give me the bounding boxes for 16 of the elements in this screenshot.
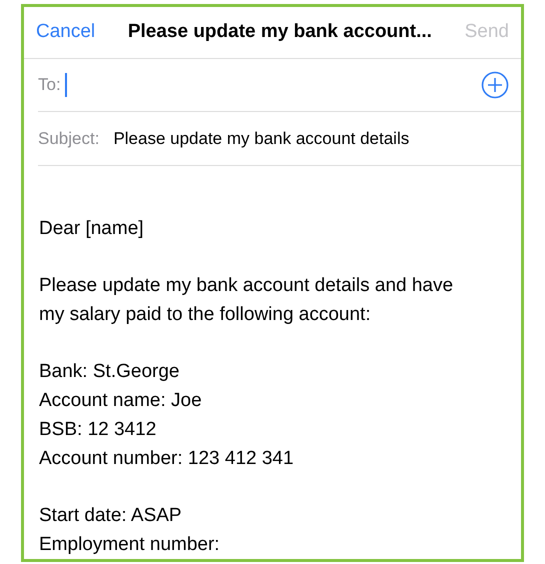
body-text-line: Account name: Joe: [39, 389, 203, 413]
body-text-line: BSB: 12 3412: [39, 418, 158, 442]
subject-field[interactable]: Please update my bank account details: [113, 126, 410, 152]
body-text-line: Employment number:: [39, 533, 221, 557]
to-label: To:: [38, 74, 61, 96]
add-contact-icon[interactable]: [481, 71, 509, 100]
subject-label: Subject:: [38, 128, 100, 150]
body-text-line: Dear [name]: [39, 217, 145, 241]
body-text-line: Please update my bank account details and have: [39, 274, 454, 298]
cancel-button[interactable]: Cancel: [36, 18, 96, 47]
body-text-line: Bank: St.George: [39, 360, 180, 384]
text-cursor: [64, 73, 67, 98]
body-text-line: Account number: 123 412 341: [39, 447, 295, 471]
body-text-line: my salary paid to the following account:: [39, 303, 372, 327]
body-text-line: Start date: ASAP: [39, 504, 183, 528]
window-title: Please update my bank account...: [128, 20, 432, 44]
